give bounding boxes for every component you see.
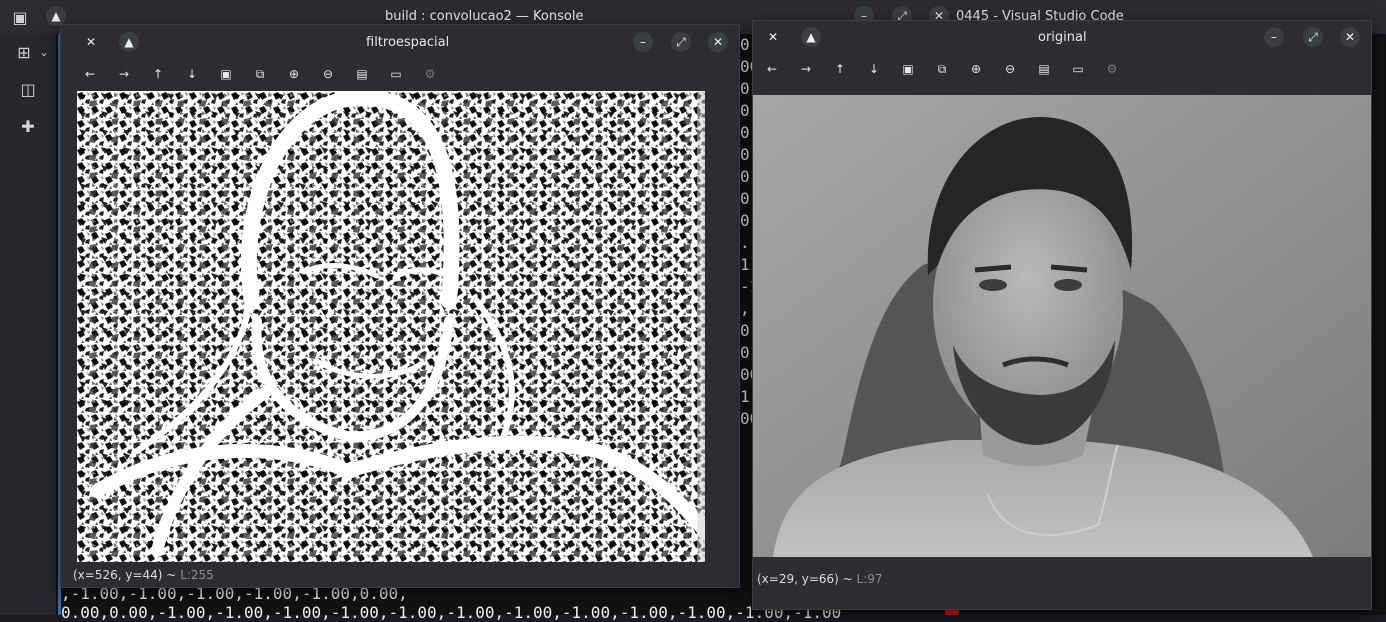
save-icon[interactable]: ▤ [355, 67, 369, 81]
zoom-in-icon[interactable]: ⊕ [969, 62, 983, 76]
arrow-down-icon[interactable]: ↓ [185, 67, 199, 81]
konsole-sidebar: ⊞ ⌄ ◫ ✚ [0, 34, 56, 615]
arrow-up-icon[interactable]: ↑ [151, 67, 165, 81]
chevron-down-icon[interactable]: ⌄ [34, 42, 54, 62]
arrow-up-icon[interactable]: ↑ [833, 62, 847, 76]
maximize-button[interactable]: ⤢ [1303, 27, 1323, 47]
split-view-icon[interactable]: ◫ [18, 79, 38, 99]
close-button[interactable]: ✕ [1340, 27, 1360, 47]
properties-icon[interactable]: ⚙ [1105, 62, 1119, 76]
original-window: ✕ ▲ original – ⤢ ✕ ← → ↑ ↓ ▣ ⧉ ⊕ ⊖ ▤ ▭ ⚙ [752, 20, 1372, 610]
zoom-in-icon[interactable]: ⊕ [287, 67, 301, 81]
close-icon[interactable]: ✕ [81, 32, 101, 52]
arrow-right-icon[interactable]: → [799, 62, 813, 76]
copy-icon[interactable]: ▭ [389, 67, 403, 81]
copy-icon[interactable]: ▭ [1071, 62, 1085, 76]
zoom-fit-icon[interactable]: ▣ [901, 62, 915, 76]
keep-above-button[interactable]: ▲ [119, 32, 139, 52]
konsole-app-icon: ▣ [12, 7, 28, 27]
zoom-fit-icon[interactable]: ▣ [219, 67, 233, 81]
image-toolbar: ← → ↑ ↓ ▣ ⧉ ⊕ ⊖ ▤ ▭ ⚙ [83, 67, 443, 83]
properties-icon[interactable]: ⚙ [423, 67, 437, 81]
zoom-out-icon[interactable]: ⊖ [1003, 62, 1017, 76]
status-bar: (x=29, y=66) ~ L:97 [757, 572, 883, 586]
status-coords: (x=526, y=44) ~ [73, 568, 177, 582]
bookmark-icon[interactable]: ✚ [18, 116, 38, 136]
image-toolbar: ← → ↑ ↓ ▣ ⧉ ⊕ ⊖ ▤ ▭ ⚙ [765, 62, 1125, 78]
maximize-button[interactable]: ⤢ [671, 32, 691, 52]
arrow-down-icon[interactable]: ↓ [867, 62, 881, 76]
zoom-original-icon[interactable]: ⧉ [935, 62, 949, 76]
minimize-button[interactable]: – [1264, 27, 1284, 47]
original-image [753, 95, 1371, 557]
status-bar: (x=526, y=44) ~ L:255 [73, 568, 214, 582]
window-title: original [1038, 30, 1087, 45]
status-coords: (x=29, y=66) ~ [757, 572, 853, 586]
zoom-out-icon[interactable]: ⊖ [321, 67, 335, 81]
arrow-right-icon[interactable]: → [117, 67, 131, 81]
window-title: filtroespacial [366, 35, 450, 50]
status-value: L:97 [856, 572, 883, 586]
minimize-button[interactable]: – [633, 32, 653, 52]
new-tab-icon[interactable]: ⊞ [14, 42, 34, 62]
filtered-image [77, 91, 705, 562]
filtroespacial-window: ✕ ▲ filtroespacial – ⤢ ✕ ← → ↑ ↓ ▣ ⧉ ⊕ ⊖ ▤ ▭ ⚙ [60, 24, 740, 588]
arrow-left-icon[interactable]: ← [83, 67, 97, 81]
close-button[interactable]: ✕ [708, 32, 728, 52]
save-icon[interactable]: ▤ [1037, 62, 1051, 76]
zoom-original-icon[interactable]: ⧉ [253, 67, 267, 81]
close-icon[interactable]: ✕ [763, 27, 783, 47]
keep-above-button[interactable]: ▲ [801, 27, 821, 47]
arrow-left-icon[interactable]: ← [765, 62, 779, 76]
konsole-title: build : convolucao2 — Konsole [385, 9, 584, 24]
keep-above-button[interactable]: ▲ [46, 6, 66, 26]
terminal-line: 0.00,0.00,-1.00,-1.00,-1.00,-1.00,-1.00,… [61, 603, 842, 622]
status-value: L:255 [180, 568, 214, 582]
